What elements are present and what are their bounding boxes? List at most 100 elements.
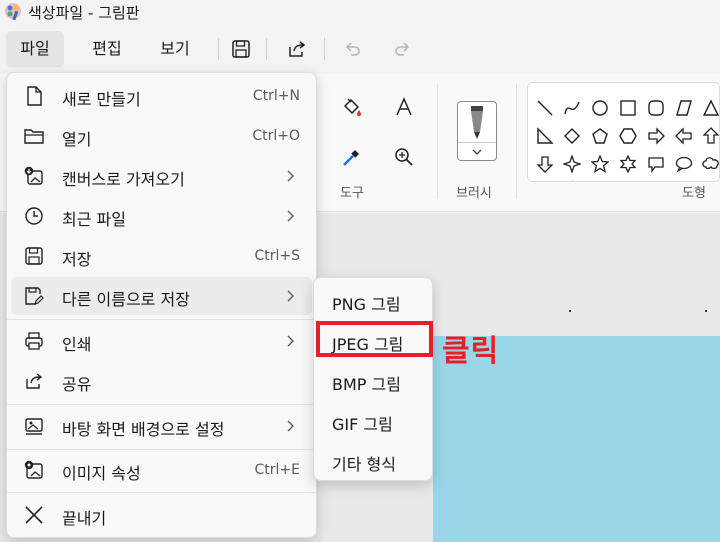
shape-right-arrow[interactable] xyxy=(645,125,667,147)
four-point-star-icon xyxy=(563,155,581,173)
curve-icon xyxy=(564,101,580,115)
shape-diamond[interactable] xyxy=(561,125,583,147)
shape-hexagon[interactable] xyxy=(617,125,639,147)
up-arrow-icon xyxy=(702,127,719,144)
brush-selector[interactable] xyxy=(457,101,497,161)
menu-separator xyxy=(7,319,316,320)
shape-down-arrow[interactable] xyxy=(534,153,556,175)
shape-heart[interactable] xyxy=(534,178,556,182)
magnifier-tool[interactable] xyxy=(389,142,419,172)
menu-item-save-as[interactable]: 다른 이름으로 저장 xyxy=(11,277,312,315)
rectangle-icon xyxy=(620,100,636,116)
shape-cloud-callout[interactable] xyxy=(700,153,719,175)
shape-rectangle[interactable] xyxy=(617,97,639,119)
undo-icon xyxy=(345,42,360,56)
title-bar: 색상파일 - 그림판 xyxy=(0,0,720,24)
menu-item-open[interactable]: 열기 Ctrl+O xyxy=(11,117,312,155)
tools-group-label: 도구 xyxy=(340,186,364,201)
shape-oval-callout[interactable] xyxy=(673,153,695,175)
image-properties-icon xyxy=(24,460,43,479)
menu-item-image-properties[interactable]: 이미지 속성 Ctrl+E xyxy=(11,451,312,489)
quick-share-button[interactable] xyxy=(283,35,311,63)
shape-oval[interactable] xyxy=(589,97,611,119)
shape-left-arrow[interactable] xyxy=(673,125,695,147)
share-icon xyxy=(289,41,306,57)
file-menu-dropdown: 새로 만들기 Ctrl+N 열기 Ctrl+O 캔버스로 가져오기 최근 파일 … xyxy=(6,72,317,538)
clock-icon xyxy=(25,207,43,225)
menu-view[interactable]: 보기 xyxy=(146,31,204,67)
left-arrow-icon xyxy=(675,127,692,145)
canvas-resize-handle[interactable] xyxy=(569,310,571,312)
right-arrow-icon xyxy=(648,127,665,145)
shape-four-point-star[interactable] xyxy=(561,153,583,175)
polygon-icon xyxy=(676,100,692,116)
menu-item-share[interactable]: 공유 xyxy=(11,362,312,400)
menu-item-set-desktop-background[interactable]: 바탕 화면 배경으로 설정 xyxy=(11,407,312,445)
share-icon xyxy=(26,373,43,389)
shape-right-triangle[interactable] xyxy=(534,125,556,147)
chevron-right-icon xyxy=(287,290,294,302)
close-icon xyxy=(25,506,43,524)
submenu-item-other-formats[interactable]: 기타 형식 xyxy=(318,442,428,478)
brush-icon xyxy=(471,106,483,139)
menu-file[interactable]: 파일 xyxy=(6,31,64,67)
shape-up-arrow[interactable] xyxy=(700,125,719,147)
redo-button[interactable] xyxy=(388,35,416,63)
text-icon xyxy=(396,97,412,116)
shape-rect-callout[interactable] xyxy=(645,153,667,175)
diamond-icon xyxy=(564,128,580,144)
eyedropper-icon xyxy=(343,150,359,166)
shape-triangle[interactable] xyxy=(700,97,719,119)
triangle-icon xyxy=(702,99,719,116)
menu-item-exit[interactable]: 끝내기 xyxy=(11,496,312,534)
menu-separator xyxy=(7,449,316,450)
save-icon xyxy=(25,247,43,265)
jpeg-highlight-box xyxy=(316,321,433,357)
down-arrow-icon xyxy=(536,156,554,173)
brush-divider xyxy=(458,142,496,143)
fill-tool[interactable] xyxy=(337,92,367,122)
shape-pentagon[interactable] xyxy=(589,125,611,147)
shape-curve[interactable] xyxy=(561,97,583,119)
submenu-item-gif[interactable]: GIF 그림 xyxy=(318,402,428,438)
toolbar-divider xyxy=(324,38,325,60)
submenu-item-png[interactable]: PNG 그림 xyxy=(318,282,428,318)
import-image-icon xyxy=(24,166,43,185)
six-point-star-icon xyxy=(619,155,637,173)
brush-group-label: 브러시 xyxy=(456,186,492,201)
oval-callout-icon xyxy=(675,156,693,173)
canvas-resize-handle[interactable] xyxy=(705,310,707,312)
save-as-icon xyxy=(25,287,44,305)
shape-polygon[interactable] xyxy=(673,97,695,119)
menu-item-save[interactable]: 저장 Ctrl+S xyxy=(11,237,312,275)
menu-item-print[interactable]: 인쇄 xyxy=(11,322,312,360)
new-file-icon xyxy=(27,86,42,106)
shape-five-point-star[interactable] xyxy=(589,153,611,175)
heart-icon xyxy=(536,180,554,182)
window-title: 색상파일 - 그림판 xyxy=(28,4,140,22)
menu-item-import-to-canvas[interactable]: 캔버스로 가져오기 xyxy=(11,157,312,195)
shape-line[interactable] xyxy=(534,97,556,119)
chevron-right-icon xyxy=(287,170,294,182)
color-picker-tool[interactable] xyxy=(337,142,367,172)
pentagon-icon xyxy=(592,128,608,144)
chevron-right-icon xyxy=(287,335,294,347)
shape-lightning[interactable] xyxy=(561,178,583,181)
shape-rounded-rectangle[interactable] xyxy=(645,97,667,119)
shapes-gallery xyxy=(527,82,720,182)
rounded-rectangle-icon xyxy=(648,100,664,116)
chevron-right-icon xyxy=(287,210,294,222)
menu-edit[interactable]: 편집 xyxy=(78,31,136,67)
right-triangle-icon xyxy=(537,127,554,144)
undo-button[interactable] xyxy=(339,35,367,63)
menu-item-recent-files[interactable]: 최근 파일 xyxy=(11,197,312,235)
menu-item-new[interactable]: 새로 만들기 Ctrl+N xyxy=(11,77,312,115)
oval-icon xyxy=(592,100,608,116)
quick-save-button[interactable] xyxy=(227,35,255,63)
ribbon-divider xyxy=(437,84,438,199)
cloud-callout-icon xyxy=(702,157,719,170)
menu-bar: 파일 편집 보기 xyxy=(0,28,720,72)
shape-six-point-star[interactable] xyxy=(617,153,639,175)
text-tool[interactable] xyxy=(389,92,419,122)
submenu-item-bmp[interactable]: BMP 그림 xyxy=(318,362,428,398)
